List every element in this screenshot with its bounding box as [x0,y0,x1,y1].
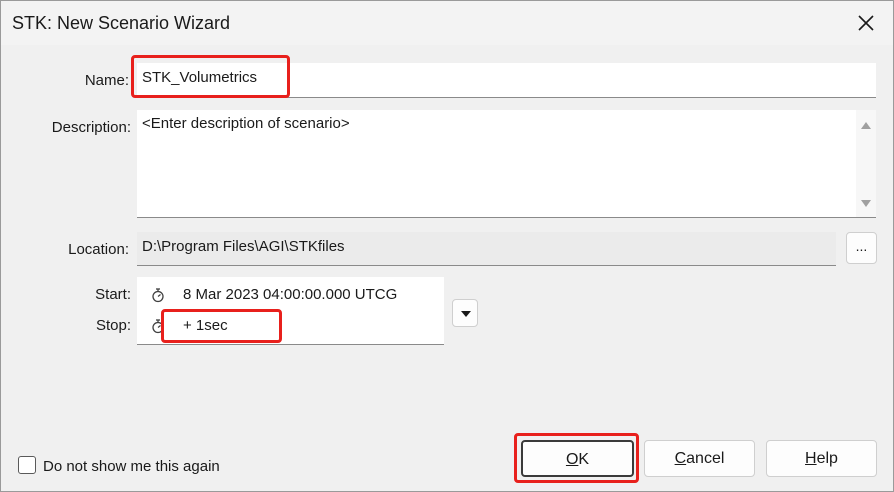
time-period-box[interactable]: 8 Mar 2023 04:00:00.000 UTCG + 1sec [137,277,444,345]
do-not-show-checkbox[interactable] [18,456,36,474]
help-button[interactable]: Help [766,440,877,477]
browse-button[interactable]: ... [846,232,877,264]
close-button[interactable] [839,1,893,45]
start-label: Start: [95,286,131,303]
title-bar: STK: New Scenario Wizard [1,1,893,45]
ok-button[interactable]: OK [521,440,634,477]
time-dropdown-button[interactable] [452,299,478,327]
name-label: Name: [84,72,129,89]
window-title: STK: New Scenario Wizard [12,13,231,33]
stop-label: Stop: [95,317,131,334]
cancel-button[interactable]: Cancel [644,440,755,477]
name-value: STK_Volumetrics [142,69,258,86]
browse-label: ... [855,238,868,254]
start-time-value[interactable]: 8 Mar 2023 04:00:00.000 UTCG [183,286,397,303]
close-icon [858,15,874,31]
description-value: <Enter description of scenario> [142,115,350,132]
stopwatch-icon [152,288,164,303]
description-label: Description: [51,119,131,136]
new-scenario-wizard-dialog: STK: New Scenario Wizard Name: STK_Volum… [0,0,894,492]
dropdown-arrow-icon [461,311,471,317]
do-not-show-label[interactable]: Do not show me this again [43,458,220,475]
stop-time-value[interactable]: + 1sec [183,317,228,334]
location-value: D:\Program Files\AGI\STKfiles [142,238,345,255]
description-scrollbar[interactable] [856,110,876,217]
stopwatch-icon [152,319,164,334]
location-label: Location: [68,241,129,258]
scroll-up-icon[interactable] [861,122,871,129]
description-field[interactable]: <Enter description of scenario> [137,110,876,218]
location-field: D:\Program Files\AGI\STKfiles [137,232,836,266]
cancel-label: Cancel [674,450,725,467]
name-field[interactable]: STK_Volumetrics [137,63,876,98]
ok-label: OK [565,451,590,468]
help-label: Help [805,450,838,467]
scroll-down-icon[interactable] [861,200,871,207]
